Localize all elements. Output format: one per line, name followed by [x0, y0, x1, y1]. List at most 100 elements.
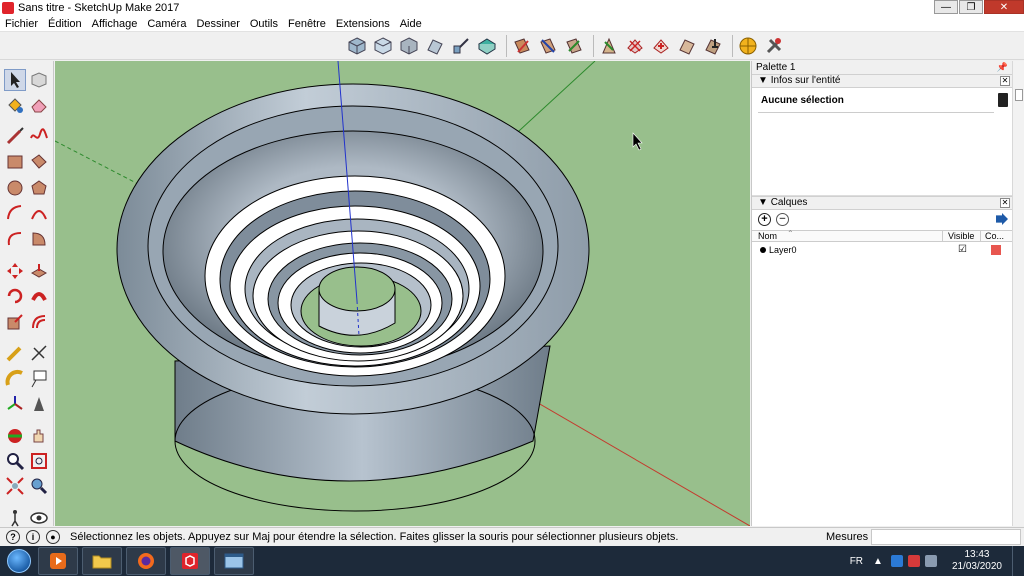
arc-tool-icon[interactable]	[4, 202, 26, 224]
measures-input[interactable]	[871, 529, 1021, 545]
zoom-window-icon[interactable]	[28, 450, 50, 472]
view-iso-icon[interactable]	[346, 35, 368, 57]
credits-status-icon[interactable]: i	[26, 530, 40, 544]
style-textured-icon[interactable]	[702, 35, 724, 57]
col-name[interactable]: Nom	[758, 231, 777, 241]
active-layer-radio[interactable]	[760, 247, 766, 253]
3d-viewport[interactable]	[55, 61, 750, 526]
tray-scrollbar[interactable]	[1012, 61, 1024, 526]
style-shaded-icon[interactable]	[676, 35, 698, 57]
follow-me-icon[interactable]	[28, 285, 50, 307]
select-tool-icon[interactable]	[4, 69, 26, 91]
axes-tool-icon[interactable]	[4, 393, 26, 415]
eraser-icon[interactable]	[28, 94, 50, 116]
zoom-tool-icon[interactable]	[4, 450, 26, 472]
view-bottom-icon[interactable]	[476, 35, 498, 57]
view-front-icon[interactable]	[398, 35, 420, 57]
rotate-tool-icon[interactable]	[4, 285, 26, 307]
pan-tool-icon[interactable]	[28, 425, 50, 447]
walk-tool-icon[interactable]	[4, 507, 26, 529]
menu-aide[interactable]: Aide	[395, 18, 427, 30]
menu-extensions[interactable]: Extensions	[331, 18, 395, 30]
menu-fichier[interactable]: Fichier	[0, 18, 43, 30]
start-button[interactable]	[4, 546, 34, 576]
view-top-icon[interactable]	[372, 35, 394, 57]
geo-location-icon[interactable]	[737, 35, 759, 57]
user-status-icon[interactable]: ●	[46, 530, 60, 544]
model-canvas[interactable]	[55, 61, 750, 526]
circle-tool-icon[interactable]	[4, 177, 26, 199]
style-xray-icon[interactable]	[598, 35, 620, 57]
text-tool-icon[interactable]	[28, 368, 50, 390]
line-tool-icon[interactable]	[4, 125, 26, 147]
layer-color-swatch[interactable]	[991, 245, 1001, 255]
two-point-arc-icon[interactable]	[28, 202, 50, 224]
make-component-icon[interactable]	[28, 69, 50, 91]
zoom-extents-icon[interactable]	[4, 475, 26, 497]
show-desktop-button[interactable]	[1012, 546, 1024, 576]
menu-camera[interactable]: Caméra	[142, 18, 191, 30]
rotated-rectangle-icon[interactable]	[28, 151, 50, 173]
layers-header[interactable]: ▼ Calques ✕	[752, 196, 1024, 210]
menu-fenetre[interactable]: Fenêtre	[283, 18, 331, 30]
look-around-icon[interactable]	[28, 507, 50, 529]
dropbox-icon[interactable]	[890, 555, 903, 567]
details-toggle-icon[interactable]	[998, 93, 1008, 107]
rectangle-tool-icon[interactable]	[4, 151, 26, 173]
section-display-icon[interactable]	[563, 35, 585, 57]
3d-text-icon[interactable]	[28, 393, 50, 415]
dimension-icon[interactable]	[28, 342, 50, 364]
media-player-taskbar-button[interactable]	[38, 547, 78, 575]
move-tool-icon[interactable]	[4, 260, 26, 282]
explorer-taskbar-button[interactable]	[82, 547, 122, 575]
sketchup-taskbar-button[interactable]	[170, 547, 210, 575]
layers-close-icon[interactable]: ✕	[1000, 198, 1010, 208]
style-wireframe-icon[interactable]	[624, 35, 646, 57]
section-plane-icon[interactable]	[511, 35, 533, 57]
tray-expand-icon[interactable]: ▲	[873, 556, 883, 567]
position-camera-icon[interactable]	[28, 475, 50, 497]
view-right-icon[interactable]	[424, 35, 446, 57]
window-manager-taskbar-button[interactable]	[214, 547, 254, 575]
layer-name[interactable]: Layer0	[769, 245, 797, 255]
orbit-tool-icon[interactable]	[4, 425, 26, 447]
style-hidden-line-icon[interactable]	[650, 35, 672, 57]
col-color[interactable]: Co...	[985, 231, 1004, 241]
layer-row[interactable]: Layer0 ☑	[752, 242, 1024, 258]
polygon-tool-icon[interactable]	[28, 177, 50, 199]
section-cut-icon[interactable]	[537, 35, 559, 57]
paint-bucket-icon[interactable]	[4, 94, 26, 116]
menu-affichage[interactable]: Affichage	[87, 18, 143, 30]
add-layer-icon[interactable]: +	[758, 213, 771, 226]
menu-edition[interactable]: Édition	[43, 18, 87, 30]
entity-info-header[interactable]: ▼ Infos sur l'entité ✕	[752, 74, 1024, 88]
antivirus-icon[interactable]	[907, 555, 920, 567]
language-indicator[interactable]: FR	[850, 556, 863, 567]
layer-visible-checkbox[interactable]: ☑	[958, 244, 967, 255]
view-back-icon[interactable]	[450, 35, 472, 57]
layers-details-icon[interactable]	[996, 213, 1008, 225]
freehand-icon[interactable]	[28, 125, 50, 147]
maximize-button[interactable]: ❐	[959, 0, 983, 14]
network-icon[interactable]	[924, 555, 937, 567]
pin-icon[interactable]: 📌	[997, 61, 1008, 74]
pie-tool-icon[interactable]	[28, 228, 50, 250]
remove-layer-icon[interactable]: −	[776, 213, 789, 226]
push-pull-icon[interactable]	[28, 260, 50, 282]
protractor-icon[interactable]	[4, 368, 26, 390]
geo-location-status-icon[interactable]: ?	[6, 530, 20, 544]
firefox-taskbar-button[interactable]	[126, 547, 166, 575]
scrollbar-thumb[interactable]	[1015, 89, 1023, 101]
entity-info-close-icon[interactable]: ✕	[1000, 76, 1010, 86]
clock[interactable]: 13:43 21/03/2020	[952, 549, 1002, 573]
extension-warehouse-icon[interactable]	[763, 35, 785, 57]
three-point-arc-icon[interactable]	[4, 228, 26, 250]
close-button[interactable]: ✕	[984, 0, 1024, 14]
menu-outils[interactable]: Outils	[245, 18, 283, 30]
scale-tool-icon[interactable]	[4, 311, 26, 333]
menu-dessiner[interactable]: Dessiner	[191, 18, 244, 30]
minimize-button[interactable]: —	[934, 0, 958, 14]
tape-measure-icon[interactable]	[4, 342, 26, 364]
col-visible[interactable]: Visible	[948, 231, 974, 241]
offset-tool-icon[interactable]	[28, 311, 50, 333]
